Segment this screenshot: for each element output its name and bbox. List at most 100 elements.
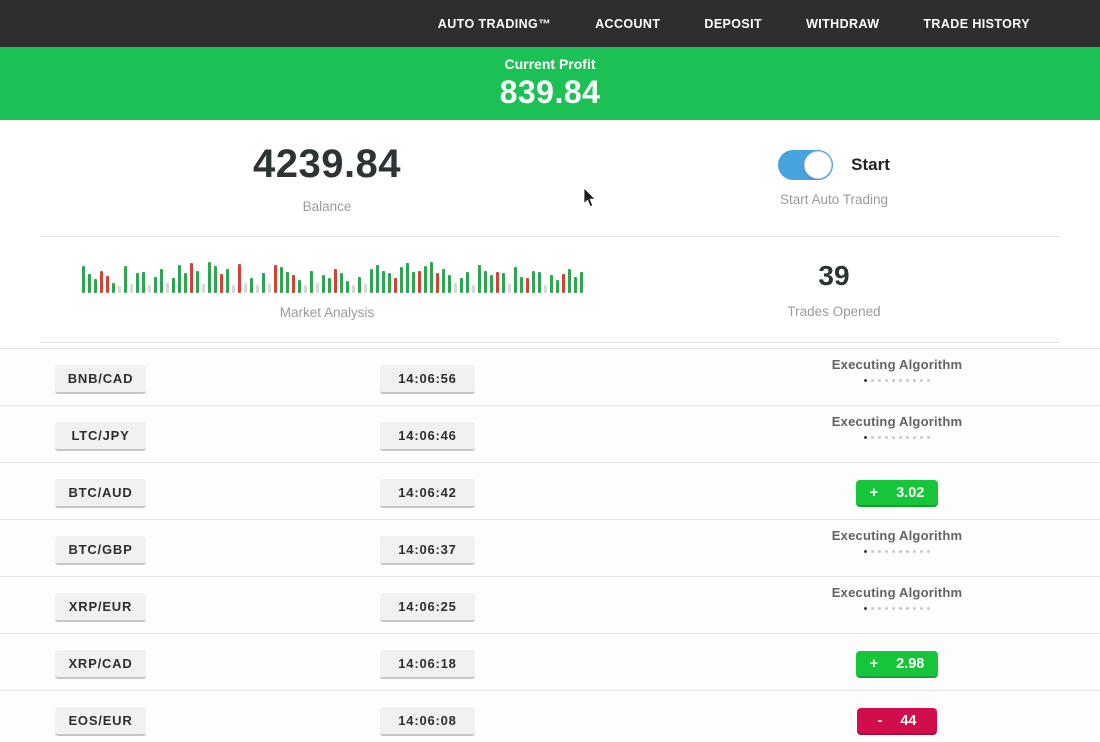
time-chip: 14:06:25 <box>380 593 475 622</box>
result-value: 44 <box>900 713 916 729</box>
chart-bar <box>226 269 229 293</box>
chart-bar <box>310 271 313 293</box>
chart-bar <box>340 273 343 293</box>
progress-dot <box>906 607 909 610</box>
progress-dot <box>927 550 930 553</box>
chart-bar <box>184 273 187 293</box>
progress-dot <box>871 379 874 382</box>
chart-bar <box>388 273 391 293</box>
time-chip: 14:06:18 <box>380 650 475 679</box>
trade-status: Executing Algorithm <box>772 585 1022 610</box>
nav-item-trade-history[interactable]: TRADE HISTORY <box>923 17 1030 31</box>
chart-bar <box>328 278 331 293</box>
chart-bar <box>346 281 349 293</box>
chart-bar <box>304 285 307 293</box>
profit-badge: +2.98 <box>856 651 939 678</box>
chart-bar <box>268 284 271 293</box>
chart-bar <box>172 278 175 293</box>
profit-banner-value: 839.84 <box>0 74 1100 111</box>
chart-bar <box>490 275 493 293</box>
chart-bar <box>580 272 583 293</box>
chart-bar <box>178 265 181 293</box>
progress-dot <box>885 436 888 439</box>
chart-bar <box>460 278 463 293</box>
progress-dot <box>878 550 881 553</box>
market-analysis-stat: Market Analysis <box>40 237 614 342</box>
progress-dot <box>920 607 923 610</box>
progress-dot <box>913 550 916 553</box>
chart-bar <box>352 285 355 293</box>
nav-item-deposit[interactable]: DEPOSIT <box>704 17 762 31</box>
stats-top-section: 4239.84 Balance Start Start Auto Trading <box>40 120 1060 237</box>
chart-bar <box>214 266 217 293</box>
trade-row: XRP/CAD 14:06:18 +2.98 <box>0 633 1100 690</box>
progress-dot <box>864 379 867 382</box>
trade-status: -44 <box>772 699 1022 735</box>
nav-item-auto-trading[interactable]: AUTO TRADING™ <box>438 17 551 31</box>
chart-bar <box>256 285 259 293</box>
pair-chip: EOS/EUR <box>55 707 146 736</box>
chart-bar <box>322 275 325 293</box>
trade-status: Executing Algorithm <box>772 357 1022 382</box>
chart-bar <box>142 272 145 293</box>
chart-bar <box>82 266 85 293</box>
progress-dot <box>906 379 909 382</box>
progress-dots <box>772 379 1022 382</box>
balance-value: 4239.84 <box>253 142 401 187</box>
executing-algorithm-label: Executing Algorithm <box>772 528 1022 543</box>
chart-bar <box>478 265 481 293</box>
progress-dot <box>878 436 881 439</box>
chart-bar <box>280 267 283 293</box>
chart-bar <box>394 278 397 293</box>
progress-dot <box>920 379 923 382</box>
nav-item-withdraw[interactable]: WITHDRAW <box>806 17 879 31</box>
trade-row: BTC/AUD 14:06:42 +3.02 <box>0 462 1100 519</box>
nav-item-account[interactable]: ACCOUNT <box>595 17 660 31</box>
executing-algorithm-label: Executing Algorithm <box>772 585 1022 600</box>
chart-bar <box>412 272 415 293</box>
chart-bar <box>400 267 403 293</box>
result-sign: + <box>870 485 878 501</box>
chart-bar <box>244 283 247 293</box>
chart-bar <box>166 283 169 293</box>
progress-dot <box>913 436 916 439</box>
chart-bar <box>88 274 91 293</box>
progress-dot <box>927 607 930 610</box>
chart-bar <box>274 265 277 293</box>
auto-trading-label: Start Auto Trading <box>780 192 888 207</box>
chart-bar <box>466 272 469 293</box>
trades-opened-label: Trades Opened <box>787 304 880 319</box>
chart-bar <box>424 266 427 293</box>
stats-bottom-section: Market Analysis 39 Trades Opened <box>40 237 1060 343</box>
profit-banner: Current Profit 839.84 <box>0 47 1100 120</box>
chart-bar <box>208 262 211 293</box>
chart-bar <box>556 280 559 293</box>
progress-dot <box>871 607 874 610</box>
result-value: 2.98 <box>896 656 924 672</box>
chart-bar <box>418 271 421 293</box>
chart-bar <box>376 265 379 293</box>
auto-trading-toggle[interactable] <box>778 150 833 180</box>
pair-chip: LTC/JPY <box>55 422 146 451</box>
chart-bar <box>496 272 499 293</box>
executing-algorithm-label: Executing Algorithm <box>772 357 1022 372</box>
time-chip: 14:06:42 <box>380 479 475 508</box>
progress-dot <box>899 607 902 610</box>
trade-status: Executing Algorithm <box>772 414 1022 439</box>
chart-bar <box>250 278 253 293</box>
result-sign: + <box>870 656 878 672</box>
balance-label: Balance <box>303 199 352 214</box>
progress-dots <box>772 607 1022 610</box>
chart-bar <box>112 283 115 293</box>
pair-chip: XRP/EUR <box>55 593 146 622</box>
progress-dot <box>892 379 895 382</box>
chart-bar <box>430 262 433 293</box>
progress-dot <box>864 550 867 553</box>
chart-bar <box>196 271 199 293</box>
progress-dot <box>885 379 888 382</box>
trade-status: +3.02 <box>772 471 1022 507</box>
chart-bar <box>100 271 103 293</box>
progress-dot <box>927 436 930 439</box>
chart-bar <box>316 283 319 293</box>
chart-bar <box>262 273 265 293</box>
